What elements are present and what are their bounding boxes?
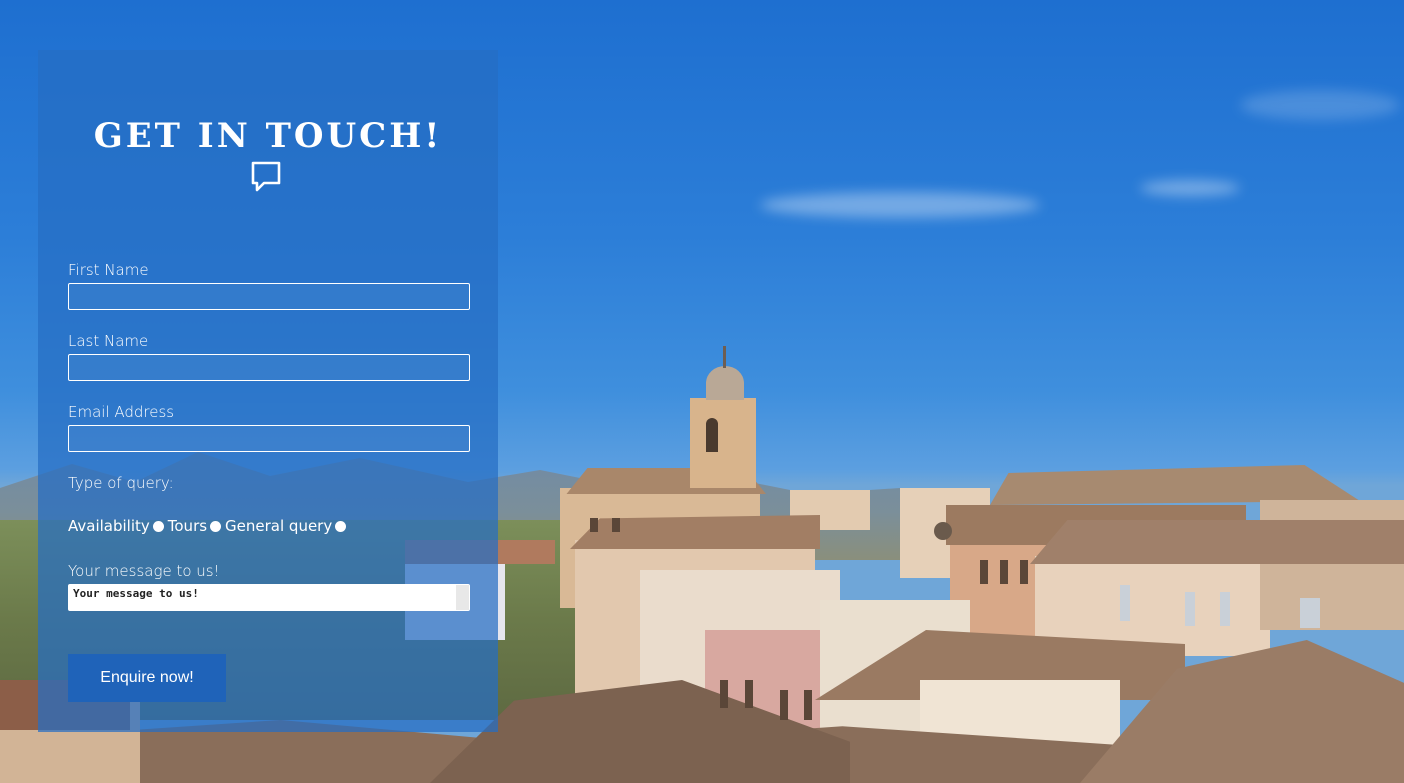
window [934, 522, 952, 540]
bell-tower-window [706, 418, 718, 452]
last-name-input[interactable] [68, 354, 470, 381]
radio-label-tours: Tours [167, 517, 208, 535]
bell-tower-dome [706, 366, 744, 400]
contact-form-panel: GET IN TOUCH! First Name Last Name Email… [38, 50, 498, 732]
form-title: GET IN TOUCH! [93, 116, 443, 156]
email-input[interactable] [68, 425, 470, 452]
window [720, 680, 728, 708]
window [1220, 592, 1230, 626]
query-type-label: Type of query: [68, 474, 174, 492]
window [1300, 598, 1320, 628]
radio-label-availability: Availability [68, 517, 150, 535]
window [1120, 585, 1130, 621]
window [980, 560, 988, 584]
radio-label-general-query: General query [225, 517, 333, 535]
window [1000, 560, 1008, 584]
radio-tours[interactable] [210, 520, 222, 532]
radio-general-query[interactable] [335, 520, 347, 532]
window [804, 690, 812, 720]
message-scrollbar[interactable] [456, 585, 469, 610]
roof [990, 465, 1360, 505]
query-type-options: Availability Tours General query [68, 517, 350, 535]
radio-availability[interactable] [152, 520, 164, 532]
first-name-input[interactable] [68, 283, 470, 310]
window [1185, 592, 1195, 626]
email-label: Email Address [68, 403, 175, 421]
last-name-label: Last Name [68, 332, 149, 350]
window [612, 518, 620, 532]
building [1260, 500, 1404, 630]
chat-bubble-icon [251, 161, 281, 192]
window [745, 680, 753, 708]
enquire-button[interactable]: Enquire now! [68, 654, 226, 702]
roof [1030, 520, 1404, 564]
window [590, 518, 598, 532]
message-label: Your message to us! [68, 562, 220, 580]
first-name-label: First Name [68, 261, 149, 279]
hero-background: GET IN TOUCH! First Name Last Name Email… [0, 0, 1404, 783]
bell-tower [690, 398, 756, 488]
bell-tower-cross [723, 346, 726, 368]
roof [570, 515, 820, 549]
window [780, 690, 788, 720]
message-textarea[interactable]: Your message to us! [68, 584, 470, 611]
window [1020, 560, 1028, 584]
